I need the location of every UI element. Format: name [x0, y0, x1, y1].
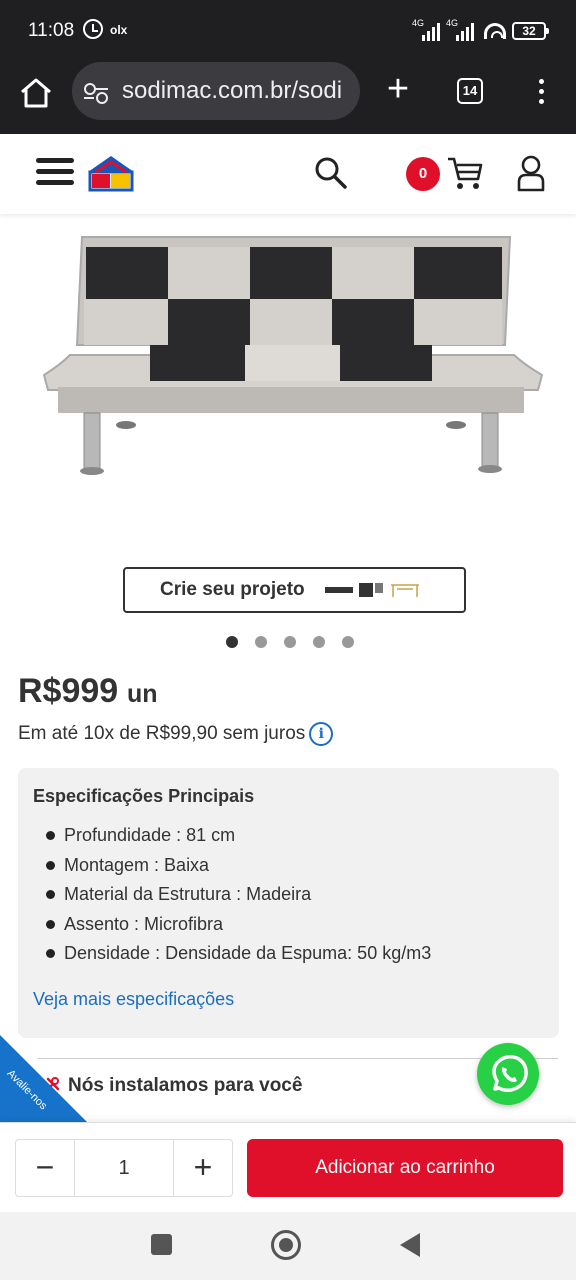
- android-nav-bar: [0, 1212, 576, 1280]
- create-project-label: Crie seu projeto: [160, 579, 305, 600]
- add-to-cart-button[interactable]: Adicionar ao carrinho: [247, 1139, 563, 1197]
- whatsapp-icon: [492, 1055, 528, 1092]
- battery-icon: 32: [512, 22, 549, 40]
- more-specs-link[interactable]: Veja mais especificações: [33, 989, 234, 1010]
- furniture-thumbnails-icon: [325, 583, 419, 597]
- home-icon: [21, 78, 51, 108]
- cart-button[interactable]: 0: [406, 154, 484, 192]
- quantity-value[interactable]: 1: [74, 1140, 174, 1196]
- home-nav-button[interactable]: [271, 1230, 301, 1260]
- carousel-dot[interactable]: [342, 636, 354, 648]
- spec-item: Assento : Microfibra: [44, 912, 431, 942]
- wifi-icon: [484, 23, 506, 39]
- cart-count-badge: 0: [406, 157, 440, 191]
- alarm-icon: [83, 19, 103, 39]
- carousel-dot[interactable]: [255, 636, 267, 648]
- site-settings-icon[interactable]: [84, 79, 110, 104]
- url-text: sodimac.com.br/sodi: [122, 77, 343, 104]
- whatsapp-button[interactable]: [477, 1043, 539, 1105]
- product-image[interactable]: [30, 225, 550, 485]
- account-icon[interactable]: [516, 154, 546, 192]
- address-bar[interactable]: sodimac.com.br/sodi: [72, 62, 360, 120]
- installment-text: Em até 10x de R$99,90 sem juros: [18, 723, 306, 744]
- signal-icon: 4G: [412, 18, 444, 41]
- increase-quantity-button[interactable]: +: [174, 1140, 232, 1196]
- spec-item: Densidade : Densidade da Espuma: 50 kg/m…: [44, 941, 431, 971]
- status-bar: 11:08 olx 4G 4G 32: [0, 0, 576, 62]
- recents-button[interactable]: [151, 1234, 172, 1255]
- main-specifications: Especificações Principais Profundidade :…: [18, 768, 559, 1038]
- search-icon[interactable]: [314, 156, 348, 190]
- info-icon[interactable]: i: [309, 722, 334, 746]
- decrease-quantity-button[interactable]: −: [16, 1140, 74, 1196]
- quantity-stepper: − 1 +: [15, 1139, 233, 1197]
- cart-icon: [448, 157, 483, 189]
- browser-menu-button[interactable]: [532, 77, 552, 107]
- hamburger-menu-icon[interactable]: [36, 156, 74, 188]
- tab-switcher-button[interactable]: 14: [457, 78, 483, 104]
- carousel-dot[interactable]: [284, 636, 296, 648]
- create-project-button[interactable]: Crie seu projeto: [123, 567, 466, 613]
- installation-text: Nós instalamos para você: [68, 1075, 303, 1096]
- network-type-2: 4G: [446, 18, 459, 28]
- back-button[interactable]: [400, 1233, 420, 1257]
- spec-item: Profundidade : 81 cm: [44, 823, 431, 853]
- olx-notification-icon: olx: [110, 23, 128, 37]
- feedback-tab[interactable]: Avalie-nos: [0, 1035, 90, 1125]
- network-type-1: 4G: [412, 18, 425, 28]
- specs-list: Profundidade : 81 cm Montagem : Baixa Ma…: [44, 823, 431, 971]
- status-time: 11:08: [28, 20, 75, 41]
- signal-icon-2: 4G: [446, 18, 478, 41]
- spec-item: Montagem : Baixa: [44, 853, 431, 883]
- specs-title: Especificações Principais: [33, 786, 255, 806]
- home-button[interactable]: [18, 76, 54, 110]
- carousel-dot[interactable]: [226, 636, 238, 648]
- price-unit: un: [127, 680, 158, 708]
- add-to-cart-bar: − 1 + Adicionar ao carrinho: [0, 1122, 576, 1212]
- browser-toolbar: sodimac.com.br/sodi + 14: [0, 62, 576, 134]
- sodimac-logo[interactable]: [86, 154, 136, 192]
- spec-item: Material da Estrutura : Madeira: [44, 882, 431, 912]
- product-price: R$999: [18, 672, 119, 710]
- status-icons: 4G 4G 32: [412, 18, 549, 42]
- site-header: 0: [0, 134, 576, 214]
- carousel-dots: [226, 636, 354, 648]
- new-tab-button[interactable]: +: [382, 70, 414, 108]
- installment-info: Em até 10x de R$99,90 sem juros i: [18, 722, 334, 746]
- carousel-dot[interactable]: [313, 636, 325, 648]
